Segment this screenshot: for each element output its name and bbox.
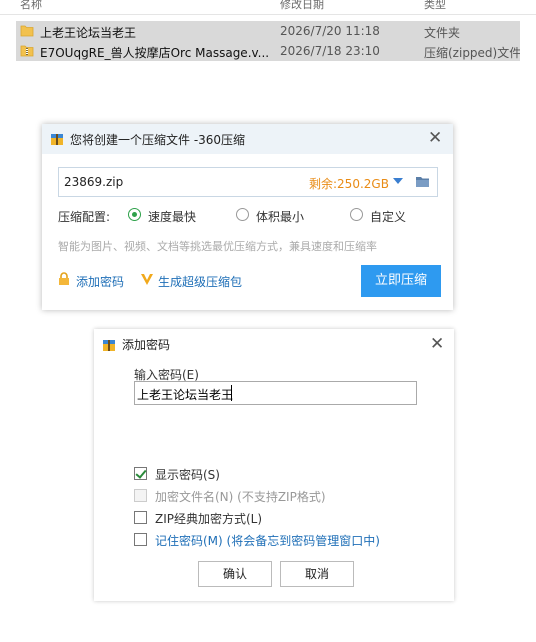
dropdown-arrow-icon[interactable] — [393, 178, 403, 184]
compress-now-button[interactable]: 立即压缩 — [361, 265, 441, 297]
password-value: 上老王论坛当老王 — [137, 388, 234, 402]
column-type[interactable]: 类型 — [424, 0, 446, 12]
remember-password-checkbox[interactable] — [134, 533, 147, 546]
file-list-header: 名称 修改日期 类型 — [0, 0, 536, 15]
compress-dialog: 您将创建一个压缩文件 -360压缩 ✕ 23869.zip 剩余:250.2GB… — [42, 124, 453, 310]
archive-app-icon — [51, 134, 63, 145]
folder-icon — [20, 25, 34, 37]
file-date: 2026/7/20 11:18 — [280, 24, 380, 38]
dialog-title: 您将创建一个压缩文件 -360压缩 — [70, 133, 246, 147]
column-name[interactable]: 名称 — [20, 0, 42, 12]
option-custom-label[interactable]: 自定义 — [370, 208, 406, 225]
dialog-titlebar[interactable]: 添加密码 ✕ — [94, 329, 454, 359]
radio-fastest[interactable] — [128, 208, 141, 221]
super-v-icon — [141, 274, 153, 285]
show-password-label[interactable]: 显示密码(S) — [155, 466, 220, 483]
lock-icon — [59, 272, 69, 285]
super-package-link[interactable]: 生成超级压缩包 — [158, 273, 242, 290]
dialog-titlebar[interactable]: 您将创建一个压缩文件 -360压缩 ✕ — [42, 124, 453, 154]
column-date[interactable]: 修改日期 — [280, 0, 324, 12]
option-fastest-label[interactable]: 速度最快 — [148, 208, 196, 225]
confirm-button[interactable]: 确认 — [198, 561, 272, 587]
file-type: 压缩(zipped)文件 — [424, 46, 520, 60]
encrypt-filenames-checkbox[interactable] — [134, 489, 147, 502]
add-password-link[interactable]: 添加密码 — [76, 273, 124, 290]
file-name: 上老王论坛当老王 — [40, 26, 137, 40]
zip-folder-icon — [20, 45, 34, 57]
archive-filename[interactable]: 23869.zip — [64, 175, 123, 189]
add-password-dialog: 添加密码 ✕ 输入密码(E) 上老王论坛当老王 显示密码(S) 加密文件名(N)… — [94, 329, 454, 601]
archive-app-icon — [103, 340, 115, 351]
compress-hint: 智能为图片、视频、文档等挑选最优压缩方式，兼具速度和压缩率 — [58, 240, 377, 253]
dialog-title: 添加密码 — [122, 338, 171, 352]
file-type: 文件夹 — [424, 26, 461, 40]
show-password-checkbox[interactable] — [134, 467, 147, 480]
close-icon[interactable]: ✕ — [430, 336, 444, 353]
remember-password-label[interactable]: 记住密码(M) (将会备忘到密码管理窗口中) — [155, 532, 380, 549]
config-label: 压缩配置: — [58, 210, 111, 224]
radio-smallest[interactable] — [236, 208, 249, 221]
cancel-button[interactable]: 取消 — [280, 561, 354, 587]
file-row[interactable]: E7OUqgRE_兽人按摩店Orc Massage.v... 2026/7/18… — [16, 41, 520, 61]
close-icon[interactable]: ✕ — [428, 130, 442, 147]
encrypt-filenames-label: 加密文件名(N) (不支持ZIP格式) — [155, 490, 326, 504]
zip-classic-label[interactable]: ZIP经典加密方式(L) — [155, 510, 262, 527]
zip-classic-checkbox[interactable] — [134, 511, 147, 524]
file-row[interactable]: 上老王论坛当老王 2026/7/20 11:18 文件夹 — [16, 21, 520, 41]
free-space-label: 剩余:250.2GB — [309, 177, 389, 191]
file-name: E7OUqgRE_兽人按摩店Orc Massage.v... — [40, 46, 270, 60]
browse-folder-icon[interactable] — [415, 174, 430, 189]
password-input[interactable]: 上老王论坛当老王 — [134, 381, 417, 405]
text-caret — [231, 385, 232, 401]
output-path-field[interactable]: 23869.zip 剩余:250.2GB — [58, 167, 438, 197]
option-smallest-label[interactable]: 体积最小 — [256, 208, 304, 225]
radio-custom[interactable] — [350, 208, 363, 221]
file-date: 2026/7/18 23:10 — [280, 44, 380, 58]
